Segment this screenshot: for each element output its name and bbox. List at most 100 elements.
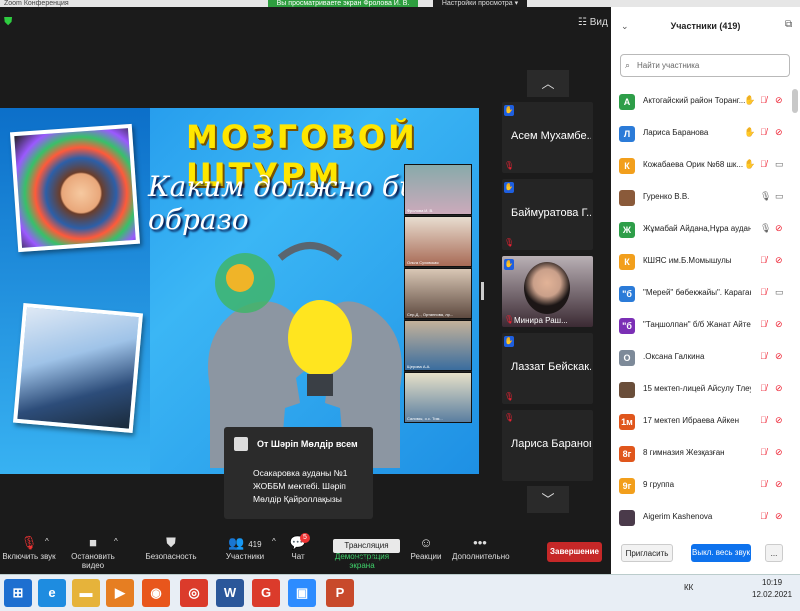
mic-muted-icon: 🎙̸ xyxy=(760,383,767,393)
mic-muted-icon: 🎙̸ xyxy=(760,351,767,361)
participant-row[interactable]: "б "Мерей" бөбекжайы". Караган... 🎙̸ ▭ xyxy=(611,282,791,306)
tile-name: Асем Мухамбе... xyxy=(511,130,591,142)
participant-name: 9 группа xyxy=(643,480,675,489)
video-off-icon: ⊘ xyxy=(775,511,783,521)
scroll-down-button[interactable]: ﹀ xyxy=(527,486,569,513)
mic-icon: 🎙 xyxy=(760,223,772,233)
splitter-handle[interactable] xyxy=(481,282,484,300)
zoom-icon[interactable]: ▣ xyxy=(288,579,316,607)
participant-avatar xyxy=(619,190,635,206)
participant-name: Кожабаева Орик №68 шк... xyxy=(643,160,744,169)
chevron-up-icon: ︿ xyxy=(541,76,555,91)
security-button[interactable]: ⛊ Безопасность xyxy=(144,534,198,561)
chevron-down-icon: ﹀ xyxy=(541,492,555,507)
participant-search-input[interactable]: ⌕ Найти участника xyxy=(620,54,790,77)
participant-list-scrollbar[interactable] xyxy=(792,89,798,113)
search-placeholder: Найти участника xyxy=(637,61,700,70)
mic-muted-icon: 🎙̸ xyxy=(760,511,767,521)
participant-row[interactable]: Гуренко В.В. 🎙 ▭ xyxy=(611,186,791,210)
chrome-profile-icon[interactable]: G xyxy=(252,579,280,607)
participants-label: Участники xyxy=(225,552,265,561)
participant-name: 8 гимназия Жезқазған xyxy=(643,448,725,457)
video-icon: ▭ xyxy=(775,287,784,297)
tile-name: Баймуратова Г... xyxy=(511,207,591,219)
system-clock[interactable]: 10:19 12.02.2021 xyxy=(752,577,792,601)
view-button[interactable]: ☷ Вид xyxy=(578,17,608,28)
video-tile[interactable]: Лариса Баранова 🎙 xyxy=(502,410,593,481)
video-tile[interactable]: ✋ Лаззат Бейскак... 🎙 xyxy=(502,333,593,404)
participant-row[interactable]: А Актогайский район Торанг... ✋ 🎙̸ ⊘ xyxy=(611,90,791,114)
panel-more-button[interactable]: ... xyxy=(765,544,783,562)
chat-notification-popup[interactable]: От Шәріп Мөлдір всем Осакаровка ауданы №… xyxy=(224,427,373,519)
chat-message: Осакаровка ауданы №1 ЖОББМ мектебі. Шәрі… xyxy=(253,468,348,504)
participant-avatar: 9г xyxy=(619,478,635,494)
participant-name: "Таңшолпан" б/б Жанат Айтее... xyxy=(643,320,751,329)
video-options-caret[interactable]: ^ xyxy=(114,537,118,546)
mic-muted-icon: 🎙̸ xyxy=(760,447,767,457)
unmute-label: Включить звук xyxy=(2,552,56,561)
participant-row[interactable]: Л Лариса Баранова ✋ 🎙̸ ⊘ xyxy=(611,122,791,146)
participant-avatar: О xyxy=(619,350,635,366)
mic-muted-icon: 🎙̸ xyxy=(760,255,767,265)
powerpoint-icon[interactable]: P xyxy=(326,579,354,607)
popout-icon[interactable]: ⧉ xyxy=(785,19,792,30)
raised-hand-icon: ✋ xyxy=(504,336,514,347)
participant-name: Aigerim Kashenova xyxy=(643,512,713,521)
mic-muted-icon: 🎙̸ xyxy=(760,479,767,489)
word-icon[interactable]: W xyxy=(216,579,244,607)
video-tile[interactable]: ✋ Асем Мухамбе... 🎙 xyxy=(502,102,593,173)
reactions-label: Реакции xyxy=(410,552,442,561)
language-indicator[interactable]: КК xyxy=(684,583,693,592)
light-bulb xyxy=(288,300,352,376)
participant-row[interactable]: О .Оксана Галкина 🎙̸ ⊘ xyxy=(611,346,791,370)
raised-hand-icon: ✋ xyxy=(744,159,756,169)
participant-name: .Оксана Галкина xyxy=(643,352,705,361)
clock-time: 10:19 xyxy=(762,578,783,587)
media-player-icon[interactable]: ▶ xyxy=(106,579,134,607)
participant-name: 17 мектеп Ибраева Айкен xyxy=(643,416,740,425)
video-tile[interactable]: ✋ Баймуратова Г... 🎙 xyxy=(502,179,593,250)
participant-row[interactable]: Aigerim Kashenova 🎙̸ ⊘ xyxy=(611,506,791,530)
participant-avatar: "б xyxy=(619,286,635,302)
video-tile[interactable]: ✋ Минира Раш... 🎙 xyxy=(502,256,593,327)
participants-button[interactable]: 👥 419 Участники xyxy=(220,534,270,561)
video-off-icon: ⊘ xyxy=(775,351,783,361)
mic-muted-icon: 🎙 xyxy=(504,238,515,247)
audio-options-caret[interactable]: ^ xyxy=(45,537,49,546)
stop-video-label: Остановить видео xyxy=(71,552,115,570)
participant-name: Актогайский район Торанг... xyxy=(643,96,746,105)
participant-row[interactable]: К КШЯС им.Б.Момышулы 🎙̸ ⊘ xyxy=(611,250,791,274)
participant-row[interactable]: К Кожабаева Орик №68 шк... ✋ 🎙̸ ▭ xyxy=(611,154,791,178)
reactions-button[interactable]: ☺ Реакции xyxy=(408,534,444,561)
mute-all-button[interactable]: Выкл. весь звук xyxy=(691,544,751,562)
end-meeting-button[interactable]: Завершение xyxy=(547,542,602,562)
internet-explorer-icon[interactable]: e xyxy=(38,579,66,607)
file-explorer-icon[interactable]: ▬ xyxy=(72,579,100,607)
sender-avatar xyxy=(234,437,248,451)
firefox-icon[interactable]: ◉ xyxy=(142,579,170,607)
participants-caret[interactable]: ^ xyxy=(272,537,276,546)
participant-row[interactable]: 1м 17 мектеп Ибраева Айкен 🎙̸ ⊘ xyxy=(611,410,791,434)
participant-row[interactable]: 9г 9 группа 🎙̸ ⊘ xyxy=(611,474,791,498)
tile-name: Лариса Баранова xyxy=(511,438,591,450)
participant-name: Лариса Баранова xyxy=(643,128,709,137)
mic-muted-icon: 🎙 xyxy=(504,161,515,170)
participant-row[interactable]: 8г 8 гимназия Жезқазған 🎙̸ ⊘ xyxy=(611,442,791,466)
participant-row[interactable]: "б "Таңшолпан" б/б Жанат Айтее... 🎙̸ ⊘ xyxy=(611,314,791,338)
tile-name: Минира Раш... xyxy=(514,316,568,325)
windows-start-icon[interactable]: ⊞ xyxy=(4,579,32,607)
participant-row[interactable]: 15 мектеп-лицей Айсулу Тлеуб... 🎙̸ ⊘ xyxy=(611,378,791,402)
participant-avatar: К xyxy=(619,158,635,174)
encryption-shield-icon[interactable]: ⛊ xyxy=(4,16,14,28)
participant-avatar: 1м xyxy=(619,414,635,430)
slide-image-woman-touchscreen xyxy=(12,302,144,434)
participant-row[interactable]: Ж Жұмабай Айдана,Нұра ауданы... 🎙⊘ xyxy=(611,218,791,242)
video-off-icon: ⊘ xyxy=(775,447,783,457)
chrome-icon[interactable]: ◎ xyxy=(180,579,208,607)
invite-button[interactable]: Пригласить xyxy=(621,544,673,562)
raised-hand-icon: ✋ xyxy=(504,259,514,270)
more-button[interactable]: ••• Дополнительно xyxy=(452,534,510,561)
scroll-up-button[interactable]: ︿ xyxy=(527,70,569,97)
share-tooltip: Трансляция (Alt+S) xyxy=(333,539,400,564)
participant-video xyxy=(524,262,570,314)
